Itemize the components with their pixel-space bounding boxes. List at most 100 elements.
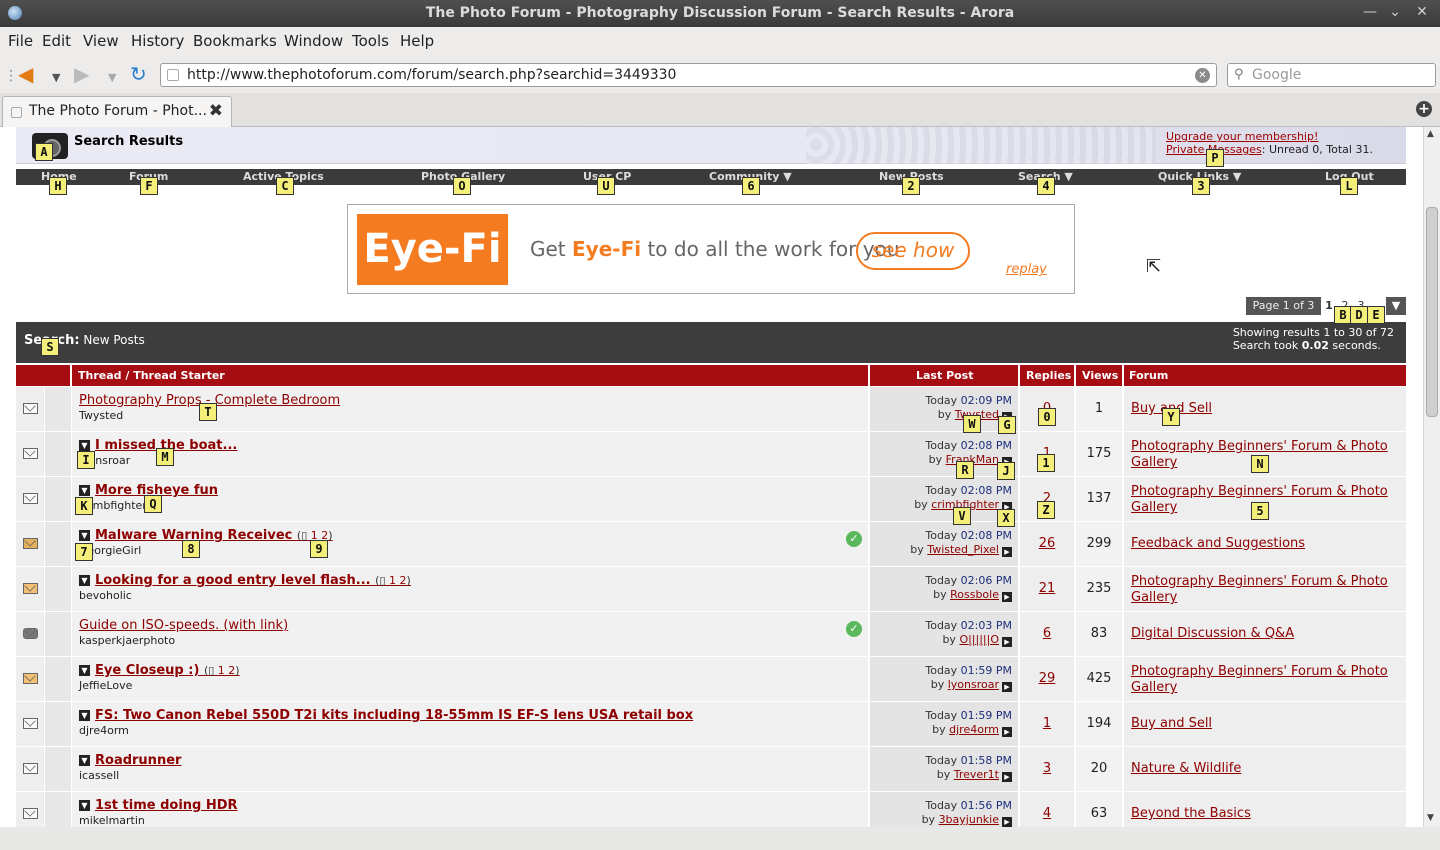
scroll-up-icon[interactable]: ▲: [1427, 129, 1434, 139]
hint-badge-8[interactable]: 8: [182, 540, 200, 558]
hint-badge-t[interactable]: T: [199, 403, 217, 421]
hint-badge-i[interactable]: I: [77, 451, 95, 469]
forum-link[interactable]: Photography Beginners' Forum & Photo Gal…: [1131, 574, 1401, 606]
hint-badge-y[interactable]: Y: [1162, 408, 1180, 426]
ad-replay-link[interactable]: replay: [1006, 262, 1047, 277]
hint-badge-g[interactable]: G: [998, 416, 1016, 434]
hint-badge-7[interactable]: 7: [75, 543, 93, 561]
go-to-last-post-icon[interactable]: ▶: [1002, 637, 1012, 647]
thread-page-link[interactable]: 1: [218, 664, 225, 677]
hint-badge-3[interactable]: 3: [1192, 177, 1210, 195]
last-poster-link[interactable]: Rossbole: [950, 588, 999, 601]
thread-starter[interactable]: JeffieLove: [79, 679, 132, 692]
hint-badge-1[interactable]: 1: [1037, 454, 1055, 472]
hint-badge-l[interactable]: L: [1340, 177, 1358, 195]
go-to-first-unread-icon[interactable]: ▼: [79, 710, 90, 721]
col-replies[interactable]: Replies: [1026, 369, 1071, 382]
forward-arrow-icon[interactable]: ▶: [74, 63, 89, 85]
menu-view[interactable]: View: [83, 32, 119, 50]
hint-badge-z[interactable]: Z: [1037, 501, 1055, 519]
hint-badge-v[interactable]: V: [953, 507, 971, 525]
clear-address-icon[interactable]: ✕: [1195, 68, 1210, 83]
thread-title-link[interactable]: FS: Two Canon Rebel 550D T2i kits includ…: [95, 708, 693, 723]
thread-starter[interactable]: kasperkjaerphoto: [79, 634, 175, 647]
hint-badge-c[interactable]: C: [276, 177, 294, 195]
go-to-first-unread-icon[interactable]: ▼: [79, 800, 90, 811]
new-tab-icon[interactable]: +: [1416, 101, 1432, 117]
thread-starter[interactable]: bevoholic: [79, 589, 132, 602]
menu-window[interactable]: Window: [284, 32, 343, 50]
replies-link[interactable]: 29: [1020, 671, 1074, 686]
forum-link[interactable]: Nature & Wildlife: [1131, 761, 1401, 777]
col-last-post[interactable]: Last Post: [916, 369, 974, 382]
go-to-first-unread-icon[interactable]: ▼: [79, 755, 90, 766]
replies-link[interactable]: 21: [1020, 581, 1074, 596]
hint-badge-w[interactable]: W: [963, 415, 981, 433]
go-to-last-post-icon[interactable]: ▶: [1002, 682, 1012, 692]
menu-help[interactable]: Help: [400, 32, 434, 50]
replies-link[interactable]: 3: [1020, 761, 1074, 776]
hint-badge-5[interactable]: 5: [1251, 502, 1269, 520]
last-poster-link[interactable]: Trever1t: [954, 768, 999, 781]
address-bar[interactable]: http://www.thephotoforum.com/forum/searc…: [160, 63, 1217, 87]
replies-link[interactable]: 26: [1020, 536, 1074, 551]
go-to-last-post-icon[interactable]: ▶: [1002, 547, 1012, 557]
tab-photo-forum[interactable]: The Photo Forum - Phot... ✖: [2, 96, 232, 127]
hint-badge-d[interactable]: D: [1350, 306, 1368, 324]
hint-badge-6[interactable]: 6: [742, 177, 760, 195]
thread-starter[interactable]: Twysted: [79, 409, 123, 422]
menu-tools[interactable]: Tools: [352, 32, 389, 50]
hint-badge-9[interactable]: 9: [310, 540, 328, 558]
go-to-last-post-icon[interactable]: ▶: [1002, 817, 1012, 827]
hint-badge-e[interactable]: E: [1367, 306, 1385, 324]
hint-badge-n[interactable]: N: [1251, 455, 1269, 473]
thread-title-link[interactable]: Guide on ISO-speeds. (with link): [79, 618, 288, 633]
forum-link[interactable]: Digital Discussion & Q&A: [1131, 626, 1401, 642]
tab-title[interactable]: The Photo Forum - Phot...: [29, 103, 207, 119]
eye-fi-advertisement[interactable]: Eye-Fi Get Eye-Fi to do all the work for…: [347, 204, 1075, 294]
thread-title-link[interactable]: 1st time doing HDR: [95, 798, 238, 813]
col-thread[interactable]: Thread / Thread Starter: [78, 369, 225, 382]
menu-history[interactable]: History: [131, 32, 184, 50]
thread-title-link[interactable]: Looking for a good entry level flash...: [95, 573, 371, 588]
reload-icon[interactable]: ↻: [130, 63, 147, 85]
replies-link[interactable]: 1: [1020, 716, 1074, 731]
thread-title-link[interactable]: Roadrunner: [95, 753, 181, 768]
thread-starter[interactable]: mikelmartin: [79, 814, 145, 827]
go-to-last-post-icon[interactable]: ▶: [1002, 772, 1012, 782]
page-jump-dropdown-icon[interactable]: ▼: [1386, 297, 1406, 315]
forum-link[interactable]: Feedback and Suggestions: [1131, 536, 1401, 552]
thread-starter[interactable]: djre4orm: [79, 724, 129, 737]
back-arrow-icon[interactable]: ◀: [18, 63, 33, 85]
hint-badge-f[interactable]: F: [140, 177, 158, 195]
go-to-first-unread-icon[interactable]: ▼: [79, 485, 90, 496]
replies-link[interactable]: 6: [1020, 626, 1074, 641]
web-search-box[interactable]: ⚲ Google: [1227, 63, 1436, 87]
menu-file[interactable]: File: [8, 32, 33, 50]
hint-badge-x[interactable]: X: [997, 509, 1015, 527]
hint-badge-o[interactable]: O: [453, 177, 471, 195]
web-search-placeholder[interactable]: Google: [1252, 67, 1301, 83]
forum-link[interactable]: Buy and Sell: [1131, 716, 1401, 732]
hint-badge-m[interactable]: M: [156, 448, 174, 466]
go-to-first-unread-icon[interactable]: ▼: [79, 665, 90, 676]
hint-badge-p[interactable]: P: [1206, 149, 1224, 167]
hint-badge-4[interactable]: 4: [1037, 177, 1055, 195]
col-views[interactable]: Views: [1082, 369, 1118, 382]
back-history-dropdown-icon[interactable]: ▼: [52, 67, 60, 89]
thread-page-link[interactable]: 2: [400, 574, 407, 587]
close-tab-icon[interactable]: ✖: [209, 101, 223, 121]
hint-badge-h[interactable]: H: [49, 177, 67, 195]
scrollbar-thumb[interactable]: [1426, 207, 1438, 417]
forum-link[interactable]: Beyond the Basics: [1131, 806, 1401, 822]
forward-history-dropdown-icon[interactable]: ▼: [108, 67, 116, 89]
vertical-scrollbar[interactable]: ▲ ▼: [1423, 127, 1440, 827]
hint-badge-k[interactable]: K: [75, 497, 93, 515]
thread-page-link[interactable]: 2: [228, 664, 235, 677]
col-forum[interactable]: Forum: [1129, 369, 1168, 382]
hint-badge-0[interactable]: 0: [1038, 408, 1056, 426]
replies-link[interactable]: 4: [1020, 806, 1074, 821]
hint-badge-j[interactable]: J: [997, 462, 1015, 480]
minimize-icon[interactable]: —: [1360, 3, 1380, 21]
hint-badge-q[interactable]: Q: [144, 495, 162, 513]
